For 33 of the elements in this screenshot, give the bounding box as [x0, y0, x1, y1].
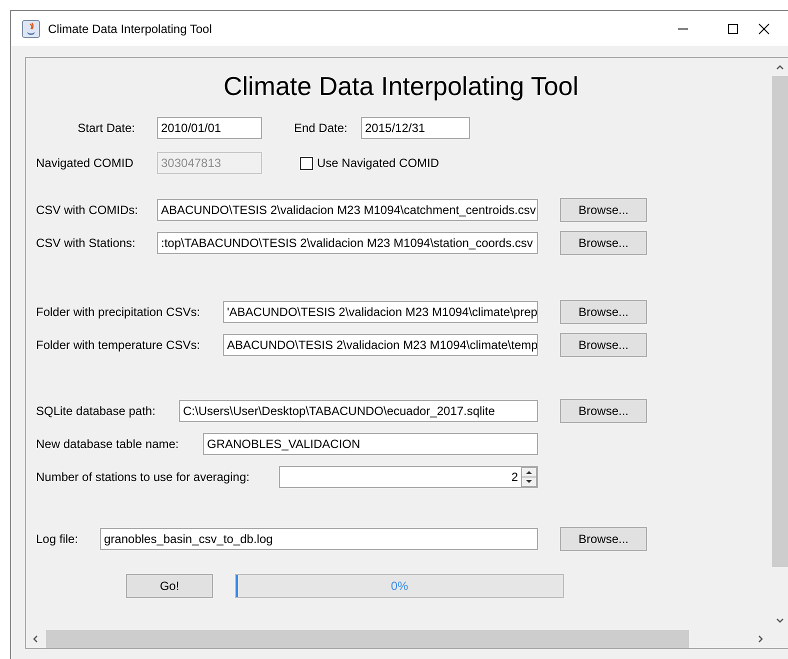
field-label: Navigated COMID — [36, 156, 134, 170]
field-label: Log file: — [36, 532, 80, 546]
number-spinner[interactable]: 2 — [279, 466, 538, 488]
field-label: CSV with Stations: — [36, 236, 136, 250]
browse-button[interactable]: Browse... — [560, 300, 647, 324]
field-label: New database table name: — [36, 437, 180, 451]
text-field[interactable]: ABACUNDO\TESIS 2\validacion M23 M1094\catchment_centroids.csv — [157, 199, 538, 221]
text-field[interactable]: granobles_basin_csv_to_db.log — [100, 528, 538, 550]
browse-button[interactable]: Browse... — [560, 231, 647, 255]
field-label: CSV with COMIDs: — [36, 203, 140, 217]
text-field[interactable]: :top\TABACUNDO\TESIS 2\validacion M23 M1094\station_coords.csv — [157, 232, 538, 254]
app-heading: Climate Data Interpolating Tool — [222, 70, 580, 103]
browse-button[interactable]: Browse... — [560, 333, 647, 357]
field-label: Folder with precipitation CSVs: — [36, 305, 202, 319]
text-field[interactable]: 2010/01/01 — [157, 117, 262, 139]
app-icon — [22, 20, 40, 38]
text-field[interactable]: ABACUNDO\TESIS 2\validacion M23 M1094\climate\temp — [223, 334, 538, 356]
text-field[interactable]: 2015/12/31 — [361, 117, 470, 139]
window-title: Climate Data Interpolating Tool — [48, 22, 213, 36]
progress-bar: 0% — [235, 574, 564, 598]
go-button[interactable]: Go! — [126, 574, 213, 598]
browse-button[interactable]: Browse... — [560, 399, 647, 423]
field-label: Number of stations to use for averaging: — [36, 470, 250, 484]
field-label: Folder with temperature CSVs: — [36, 338, 202, 352]
field-label: SQLite database path: — [36, 404, 156, 418]
field-label: End Date: — [294, 121, 348, 135]
browse-button[interactable]: Browse... — [560, 198, 647, 222]
text-field[interactable]: 'ABACUNDO\TESIS 2\validacion M23 M1094\climate\prep — [223, 301, 538, 323]
text-field[interactable]: C:\Users\User\Desktop\TABACUNDO\ecuador_2017.sqlite — [179, 400, 538, 422]
use-navigated-checkbox[interactable]: Use Navigated COMID — [300, 156, 440, 170]
text-field[interactable]: GRANOBLES_VALIDACION — [203, 433, 538, 455]
field-label: Start Date: — [76, 121, 136, 135]
browse-button[interactable]: Browse... — [560, 527, 647, 551]
